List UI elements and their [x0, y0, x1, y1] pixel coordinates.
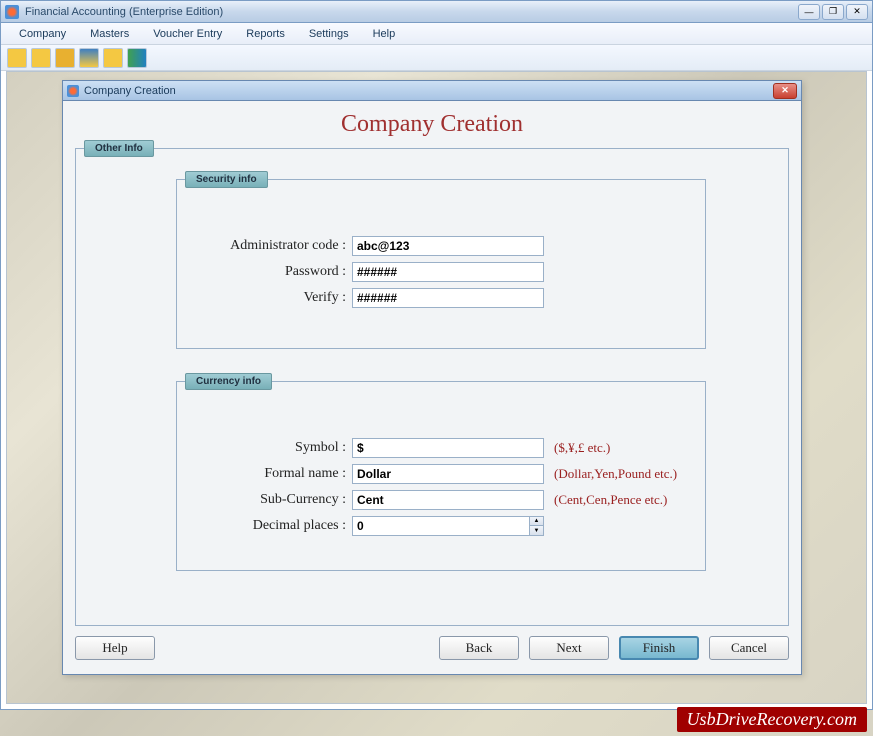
admin-code-label: Administrator code : [177, 238, 352, 254]
menu-help[interactable]: Help [361, 25, 408, 43]
dialog-title: Company Creation [84, 85, 176, 97]
minimize-button[interactable]: — [798, 4, 820, 20]
menu-masters[interactable]: Masters [78, 25, 141, 43]
formal-name-label: Formal name : [177, 466, 352, 482]
security-info-fieldset: Security info Administrator code : Passw… [176, 179, 706, 349]
formal-name-hint: (Dollar,Yen,Pound etc.) [554, 466, 677, 482]
next-button[interactable]: Next [529, 636, 609, 660]
menu-company[interactable]: Company [7, 25, 78, 43]
toolbar-tag-icon[interactable] [103, 48, 123, 68]
toolbar-edit-icon[interactable] [31, 48, 51, 68]
symbol-hint: ($,¥,£ etc.) [554, 440, 610, 456]
menu-settings[interactable]: Settings [297, 25, 361, 43]
maximize-button[interactable]: ❐ [822, 4, 844, 20]
admin-code-input[interactable] [352, 236, 544, 256]
other-info-panel: Other Info Security info Administrator c… [75, 148, 789, 626]
symbol-input[interactable] [352, 438, 544, 458]
window-controls: — ❐ ✕ [798, 4, 868, 20]
finish-button[interactable]: Finish [619, 636, 699, 660]
menu-voucher[interactable]: Voucher Entry [141, 25, 234, 43]
sub-currency-hint: (Cent,Cen,Pence etc.) [554, 492, 667, 508]
dialog-button-row: Help Back Next Finish Cancel [75, 636, 789, 660]
verify-label: Verify : [177, 290, 352, 306]
toolbar-new-icon[interactable] [7, 48, 27, 68]
app-title: Financial Accounting (Enterprise Edition… [25, 6, 223, 18]
toolbar-tools-icon[interactable] [79, 48, 99, 68]
menubar: Company Masters Voucher Entry Reports Se… [1, 23, 872, 45]
company-creation-dialog: Company Creation ✕ Company Creation Othe… [62, 80, 802, 675]
symbol-label: Symbol : [177, 440, 352, 456]
password-input[interactable] [352, 262, 544, 282]
decimal-places-stepper[interactable]: 0 ▲ ▼ [352, 516, 544, 536]
dialog-heading: Company Creation [63, 101, 801, 146]
currency-legend: Currency info [185, 373, 272, 390]
toolbar-chart-icon[interactable] [127, 48, 147, 68]
app-icon [5, 5, 19, 19]
sub-currency-label: Sub-Currency : [177, 492, 352, 508]
main-titlebar: Financial Accounting (Enterprise Edition… [1, 1, 872, 23]
watermark: UsbDriveRecovery.com [677, 707, 867, 732]
verify-input[interactable] [352, 288, 544, 308]
toolbar-grid-icon[interactable] [55, 48, 75, 68]
dialog-titlebar: Company Creation ✕ [63, 81, 801, 101]
content-area: Company Creation ✕ Company Creation Othe… [6, 71, 867, 704]
spinner-up-icon[interactable]: ▲ [530, 517, 543, 526]
security-legend: Security info [185, 171, 268, 188]
main-window: Financial Accounting (Enterprise Edition… [0, 0, 873, 710]
decimal-places-value[interactable]: 0 [353, 519, 529, 533]
menu-reports[interactable]: Reports [234, 25, 297, 43]
sub-currency-input[interactable] [352, 490, 544, 510]
password-label: Password : [177, 264, 352, 280]
dialog-icon [67, 85, 79, 97]
decimal-places-label: Decimal places : [177, 518, 352, 534]
spinner-down-icon[interactable]: ▼ [530, 526, 543, 535]
cancel-button[interactable]: Cancel [709, 636, 789, 660]
toolbar [1, 45, 872, 71]
formal-name-input[interactable] [352, 464, 544, 484]
dialog-close-button[interactable]: ✕ [773, 83, 797, 99]
close-button[interactable]: ✕ [846, 4, 868, 20]
tab-other-info[interactable]: Other Info [84, 140, 154, 157]
back-button[interactable]: Back [439, 636, 519, 660]
currency-info-fieldset: Currency info Symbol : ($,¥,£ etc.) Form… [176, 381, 706, 571]
help-button[interactable]: Help [75, 636, 155, 660]
